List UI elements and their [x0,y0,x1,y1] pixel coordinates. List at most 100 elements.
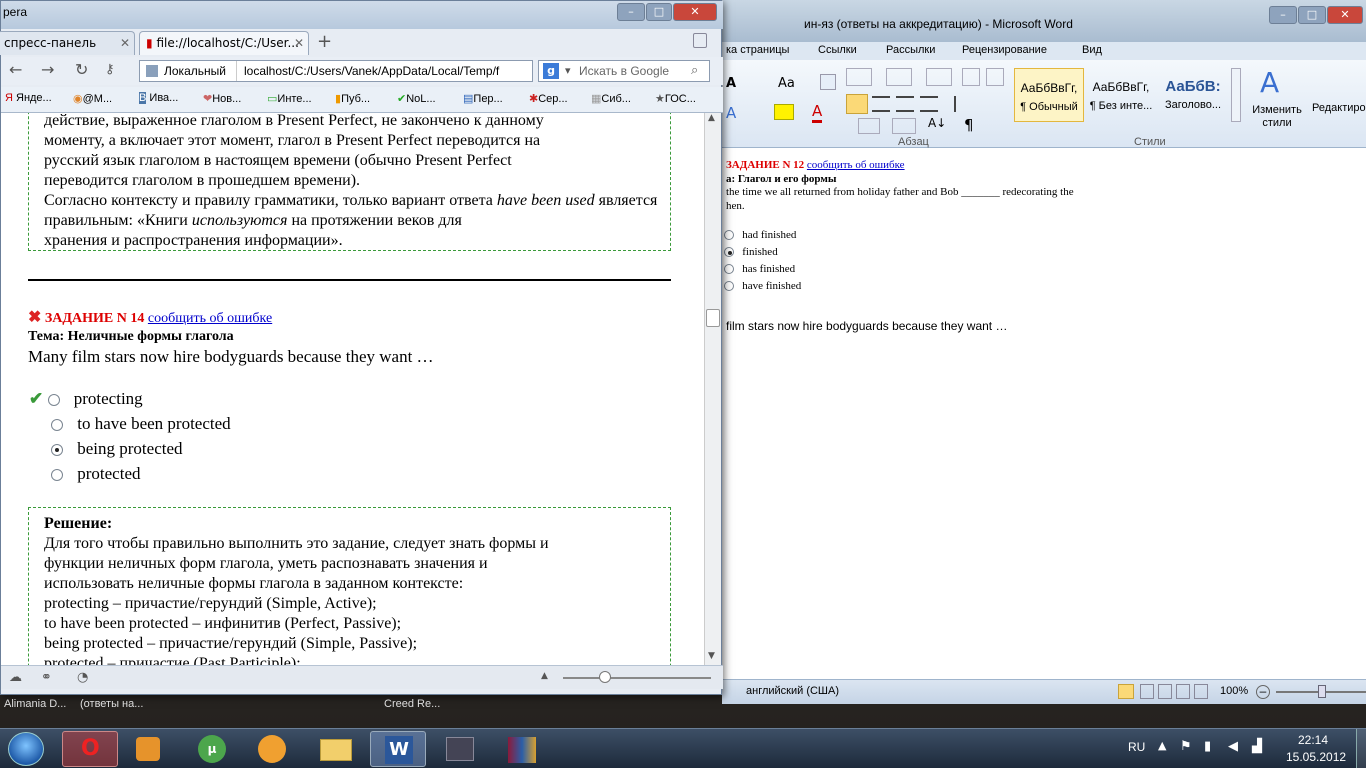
page-zoom-thumb[interactable] [599,671,611,683]
taskbar-word[interactable]: W [370,731,426,767]
show-desktop-button[interactable] [1356,729,1366,768]
forward-arrow-icon[interactable]: → [41,60,54,79]
align-right-icon[interactable] [896,96,914,112]
align-center-icon[interactable] [872,96,890,112]
tab-speed-dial[interactable]: спресс-панель ✕ [0,31,135,55]
taskbar-video[interactable] [432,731,488,767]
bookmark[interactable]: ✔NoL... [397,92,436,105]
change-styles-icon[interactable]: A [1260,66,1279,99]
style-heading[interactable]: АаБбВ: Заголово... [1158,68,1228,122]
close-icon[interactable]: ✕ [120,36,130,50]
answer-option-1[interactable]: ✔ protecting [29,389,143,409]
browser-minimize-button[interactable]: – [617,3,645,21]
align-left-icon[interactable] [846,94,868,114]
font-color-icon[interactable]: A [812,102,823,123]
taskbar-utorrent[interactable]: µ [184,731,240,767]
search-dropdown-icon[interactable]: ▾ [565,64,571,77]
tab-view[interactable]: Вид [1082,44,1102,56]
clear-format-icon[interactable] [820,74,836,90]
bookmark[interactable]: ▤Пер... [463,92,503,105]
start-button[interactable] [8,732,44,766]
style-no-spacing[interactable]: АаБбВвГг, ¶ Без инте... [1086,68,1156,122]
bookmark[interactable]: ◉@M... [73,92,112,105]
key-icon[interactable]: ⚷ [105,62,115,77]
turbo-icon[interactable]: ◔ [77,670,88,685]
line-spacing-icon[interactable] [954,96,976,112]
bullets-icon[interactable] [846,68,872,86]
radio-button[interactable] [47,394,60,407]
browser-maximize-button[interactable]: □ [646,3,672,21]
cloud-icon[interactable]: ☁ [9,670,22,685]
reload-icon[interactable]: ↻ [75,60,88,79]
shading-icon[interactable] [858,118,880,134]
page-zoom-slider[interactable] [563,677,711,679]
radio-button[interactable] [51,469,63,482]
word-close-button[interactable]: ✕ [1327,6,1363,24]
new-tab-button[interactable]: + [317,31,332,52]
power-icon[interactable]: ▮ [1204,739,1211,754]
close-icon[interactable]: ✕ [294,36,304,50]
taskbar-opera[interactable]: O [62,731,118,767]
show-marks-icon[interactable]: ¶ [964,116,974,134]
address-text[interactable]: localhost/C:/Users/Vanek/AppData/Local/T… [244,64,528,78]
scroll-down-icon[interactable]: ▼ [708,651,715,661]
tab-review[interactable]: Рецензирование [962,44,1047,56]
word-maximize-button[interactable]: □ [1298,6,1326,24]
clock-date[interactable]: 15.05.2012 [1286,750,1346,764]
show-images-icon[interactable]: ▲ [541,671,548,681]
editing-button[interactable]: Редактиров [1312,102,1366,114]
search-icon[interactable]: ⌕ [691,63,698,78]
tab-page-layout[interactable]: ка страницы [726,44,789,56]
bookmark[interactable]: ▮Пуб... [335,92,370,105]
increase-indent-icon[interactable] [986,68,1004,86]
scroll-up-icon[interactable]: ▲ [708,113,715,123]
taskbar-winrar[interactable] [494,731,550,767]
answer-option-2[interactable]: to have been protected [51,414,231,434]
tab-references[interactable]: Ссылки [818,44,857,56]
justify-icon[interactable] [920,96,938,112]
decrease-indent-icon[interactable] [962,68,980,86]
action-center-icon[interactable]: ⚑ [1180,739,1192,754]
radio-button[interactable] [51,444,63,457]
window-label[interactable]: Alimania D... [4,698,66,710]
answer-option-4[interactable]: protected [51,464,141,484]
bookmark[interactable]: ❤Нов... [203,92,241,105]
window-label[interactable]: (ответы на... [80,698,143,710]
word-report-link[interactable]: сообщить об ошибке [807,159,905,171]
search-input[interactable]: g ▾ Искать в Google ⌕ [538,60,710,82]
taskbar-app[interactable] [244,731,300,767]
scroll-thumb[interactable] [706,309,720,327]
radio-button[interactable] [51,419,63,432]
bookmark[interactable]: Я Янде... [5,92,52,104]
back-arrow-icon[interactable]: ← [9,60,22,79]
styles-scroll[interactable] [1231,68,1241,122]
clock-time[interactable]: 22:14 [1298,733,1328,747]
bookmark[interactable]: В Ива... [139,92,178,104]
address-bar[interactable]: Локальный localhost/C:/Users/Vanek/AppDa… [139,60,533,82]
bookmark[interactable]: ▦Сиб... [591,92,631,105]
show-hidden-icons[interactable]: ▲ [1158,739,1166,752]
network-icon[interactable]: ▟ [1252,739,1262,754]
tab-current-file[interactable]: ▮ file://localhost/C:/User... ✕ [139,31,309,55]
window-label[interactable]: Creed Re... [384,698,440,710]
browser-close-button[interactable]: ✕ [673,3,717,21]
sort-icon[interactable]: А↓ [928,116,946,130]
change-styles-button[interactable]: Изменить стили [1248,104,1306,130]
language-indicator[interactable]: RU [1128,740,1145,754]
bookmark[interactable]: ▭Инте... [267,92,312,105]
trash-icon[interactable] [693,33,707,48]
numbering-icon[interactable] [886,68,912,86]
tab-mailings[interactable]: Рассылки [886,44,935,56]
grow-font-icon[interactable]: A [726,76,736,91]
word-minimize-button[interactable]: – [1269,6,1297,24]
bookmark[interactable]: ✱Сер... [529,92,568,105]
taskbar-player[interactable] [120,731,176,767]
unite-icon[interactable]: ⚭ [41,670,52,685]
bookmark[interactable]: ★ГОС... [655,92,696,105]
multilevel-list-icon[interactable] [926,68,952,86]
volume-icon[interactable]: ◀ [1228,739,1238,754]
answer-option-3[interactable]: being protected [51,439,183,459]
style-normal[interactable]: АаБбВвГг, ¶ Обычный [1014,68,1084,122]
change-case-icon[interactable]: Aa [778,76,795,91]
taskbar-explorer[interactable] [308,731,364,767]
